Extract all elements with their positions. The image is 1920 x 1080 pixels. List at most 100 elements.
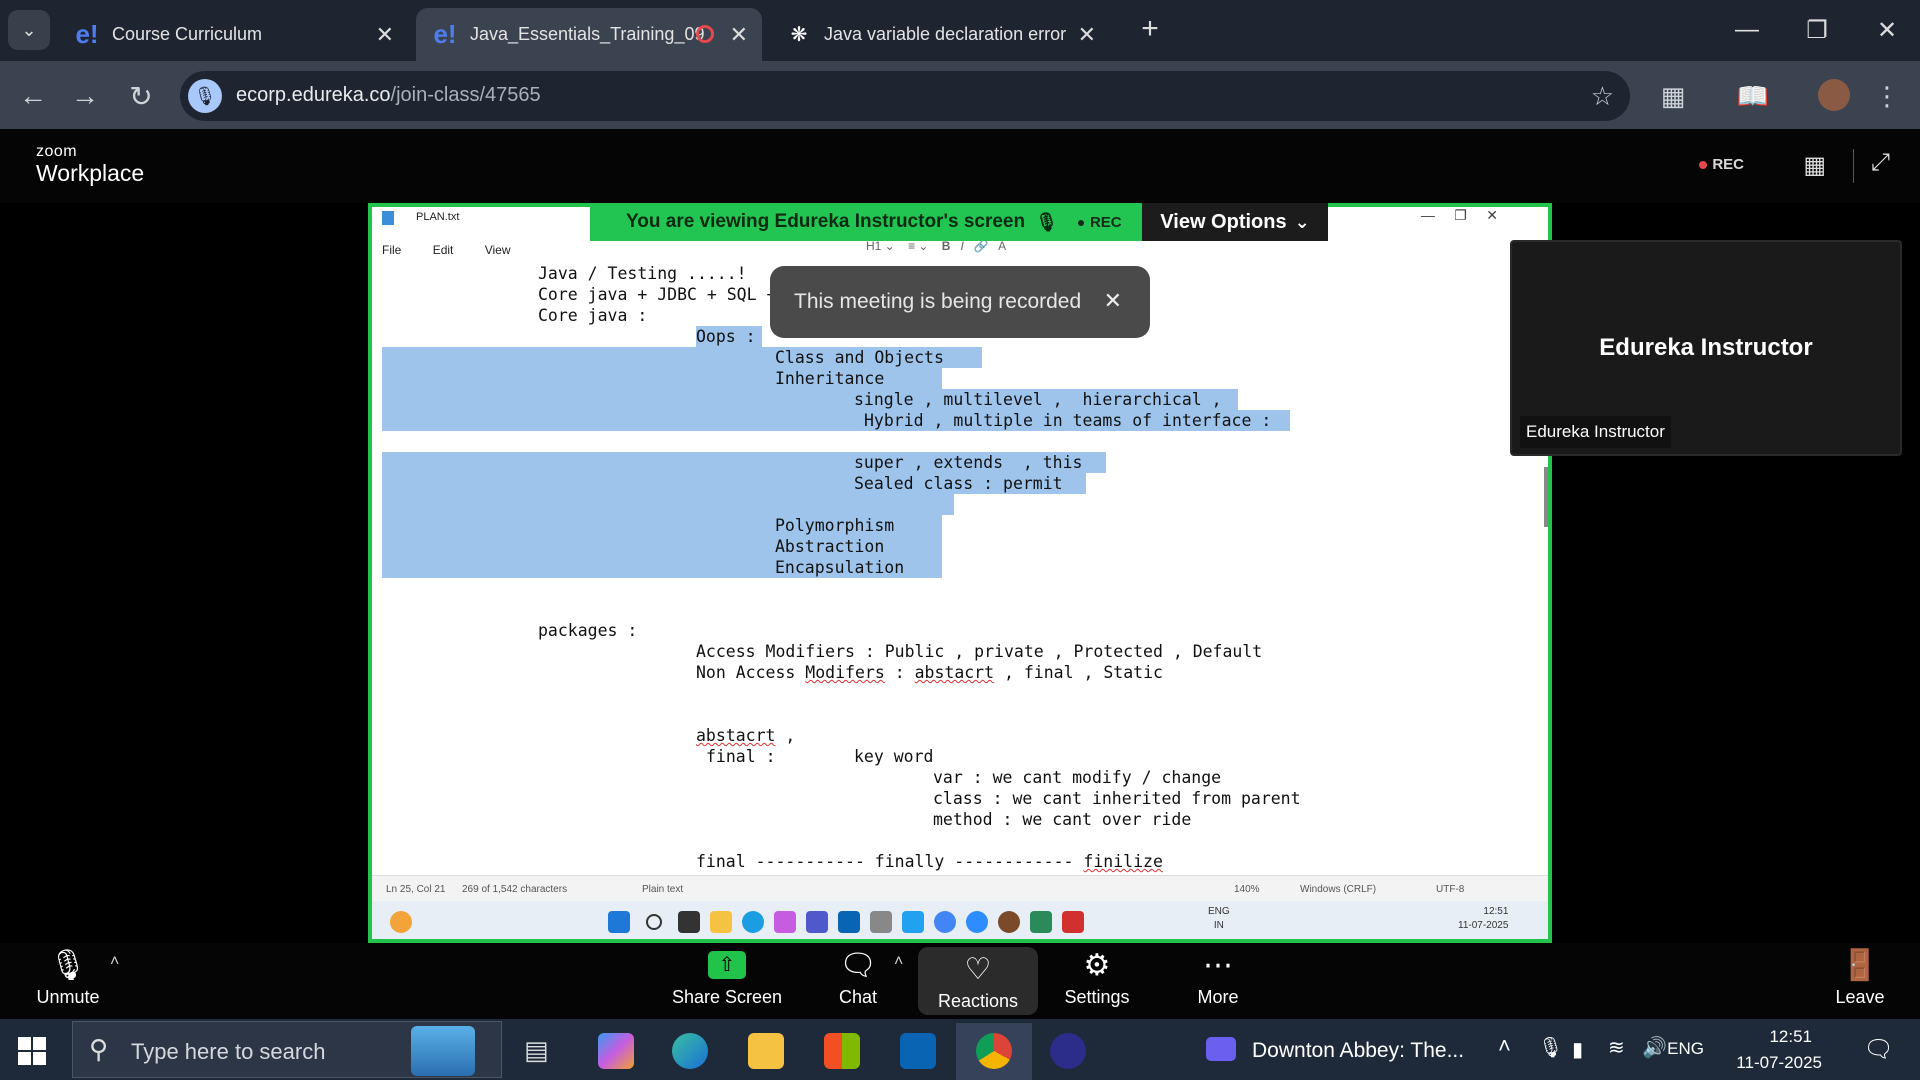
participant-label: Edureka Instructor [1520,416,1671,448]
clock-time[interactable]: 12:51 [1769,1027,1812,1047]
edge-icon [742,911,764,933]
chevron-up-icon[interactable]: ˄ [110,953,119,971]
toast-text: This meeting is being recorded [794,290,1082,313]
chevron-down-icon: ⌄ [1294,211,1310,232]
profile-avatar[interactable] [1818,79,1850,111]
chevron-up-icon[interactable]: ˄ [1498,1033,1511,1059]
tab-java-variable-error[interactable]: ❋ Java variable declaration error ✕ [770,8,1110,61]
notification-icon[interactable]: 🗨 [1864,1035,1894,1064]
media-app-icon[interactable] [1206,1037,1236,1061]
scrollbar-thumb[interactable] [1544,467,1548,527]
close-window-button[interactable]: ✕ [1862,10,1912,50]
outlook-icon[interactable] [900,1033,936,1069]
minimize-icon: — [1735,16,1759,43]
microphone-icon[interactable]: 🎙 [1538,1035,1563,1060]
microphone-icon[interactable]: 🎙 [188,79,222,113]
text-line: Java / Testing .....! [538,264,747,283]
char-count: 269 of 1,542 characters [462,884,568,895]
menu-view[interactable]: View [485,243,511,257]
task-view-icon [678,911,700,933]
zoom-level: 140% [1234,884,1260,895]
view-options-button[interactable]: View Options ⌄ [1142,203,1328,241]
text-line: final : [706,747,776,766]
windows-start-icon [608,911,630,933]
misspelled-word: abstacrt [914,663,995,682]
forward-button[interactable]: → [66,77,104,115]
reload-button[interactable]: ↻ [122,77,160,115]
star-icon[interactable]: ☆ [1591,81,1614,112]
extensions-icon[interactable]: ▦ [1656,79,1690,113]
text-line: single , multilevel , hierarchical , [854,390,1222,409]
leave-door-icon: 🚪 [1841,948,1879,982]
recording-indicator[interactable]: REC [1699,156,1744,173]
inner-lang: ENG [1208,906,1230,917]
text-line: packages : [538,621,638,640]
menu-file[interactable]: File [382,243,401,257]
settings-button[interactable]: ⚙ Settings [1052,943,1142,1019]
volume-icon[interactable]: 🔊 [1642,1035,1667,1060]
wifi-icon[interactable]: ≋ [1608,1035,1625,1060]
teams-icon [806,911,828,933]
misspelled-word: Modifers [805,663,885,682]
app-icon [998,911,1020,933]
edge-icon[interactable] [672,1033,708,1069]
text-line: Polymorphism [775,516,895,535]
participant-video-tile[interactable]: Edureka Instructor Edureka Instructor [1510,240,1902,456]
format-toolbar: H1 ⌄ ≡ ⌄ B I 🔗 A [866,239,1007,253]
file-explorer-icon [710,911,732,933]
menu-dots-icon[interactable]: ⋮ [1870,79,1904,113]
url-text[interactable]: ecorp.edureka.co/join-class/47565 [236,84,541,107]
taskbar-search-box[interactable]: ⚲ Type here to search [72,1021,502,1078]
media-title[interactable]: Downton Abbey: The... [1252,1039,1464,1063]
text-format: Plain text [642,884,684,895]
language-indicator[interactable]: ENG [1667,1039,1704,1059]
photos-icon [870,911,892,933]
task-view-icon[interactable]: ▤ [524,1035,549,1066]
unmute-button[interactable]: 🎙 Unmute [20,943,116,1019]
share-screen-button[interactable]: ⇧ Share Screen [664,943,790,1019]
text-line: Class and Objects [775,348,944,367]
inner-date: 11-07-2025 [1458,920,1509,931]
clock-date[interactable]: 11-07-2025 [1736,1053,1822,1073]
reactions-button[interactable]: ♡ Reactions [918,947,1038,1015]
back-button[interactable]: ← [14,77,52,115]
close-icon[interactable]: ✕ [1078,22,1096,48]
windows-start-icon[interactable] [18,1037,46,1065]
tab-course-curriculum[interactable]: e! Course Curriculum ✕ [58,8,408,61]
new-tab-button[interactable]: + [1130,12,1170,50]
gallery-view-icon[interactable]: ▦ [1803,151,1826,180]
chat-icon: 🗨 [838,948,878,982]
close-icon[interactable]: ✕ [376,22,394,48]
chrome-icon[interactable] [976,1033,1012,1069]
zoom-icon [966,911,988,933]
copilot-icon[interactable] [598,1033,634,1069]
address-bar[interactable]: 🎙 ecorp.edureka.co/join-class/47565 ☆ [180,71,1630,121]
viewing-text: You are viewing Edureka Instructor's scr… [626,211,1026,232]
more-button[interactable]: ⋯ More [1176,943,1260,1019]
microsoft-store-icon[interactable] [824,1033,860,1069]
battery-icon[interactable]: ▮ [1572,1037,1583,1062]
share-screen-icon: ⇧ [708,951,746,979]
file-explorer-icon[interactable] [748,1033,784,1069]
tab-java-essentials[interactable]: e! Java_Essentials_Training_09 ✕ [416,8,762,61]
recording-notification: This meeting is being recorded ✕ [770,266,1150,338]
menu-edit[interactable]: Edit [433,243,454,257]
close-icon[interactable]: ✕ [1104,288,1122,314]
reading-list-icon[interactable]: 📖 [1736,79,1770,113]
text-line: Hybrid , multiple in teams of interface … [864,411,1272,430]
notepad-icon [1030,911,1052,933]
chatgpt-icon: ❋ [790,24,808,46]
url-domain: ecorp.edureka.co [236,84,391,106]
leave-button[interactable]: 🚪 Leave [1820,943,1900,1019]
chevron-up-icon[interactable]: ˄ [894,953,903,971]
selection-highlight [382,494,954,515]
minimize-button[interactable]: — [1722,10,1772,50]
fullscreen-icon[interactable]: ⤢ [1871,149,1890,177]
chat-button[interactable]: 🗨 Chat [820,943,896,1019]
eclipse-icon[interactable] [1050,1033,1086,1069]
tab-search-button[interactable]: ⌄ [8,10,50,50]
tab-title: Course Curriculum [112,24,263,44]
restore-button[interactable]: ❐ [1792,10,1842,50]
close-icon[interactable]: ✕ [730,22,748,48]
notepad-text-area[interactable]: Java / Testing .....! Core java + JDBC +… [372,263,1548,883]
